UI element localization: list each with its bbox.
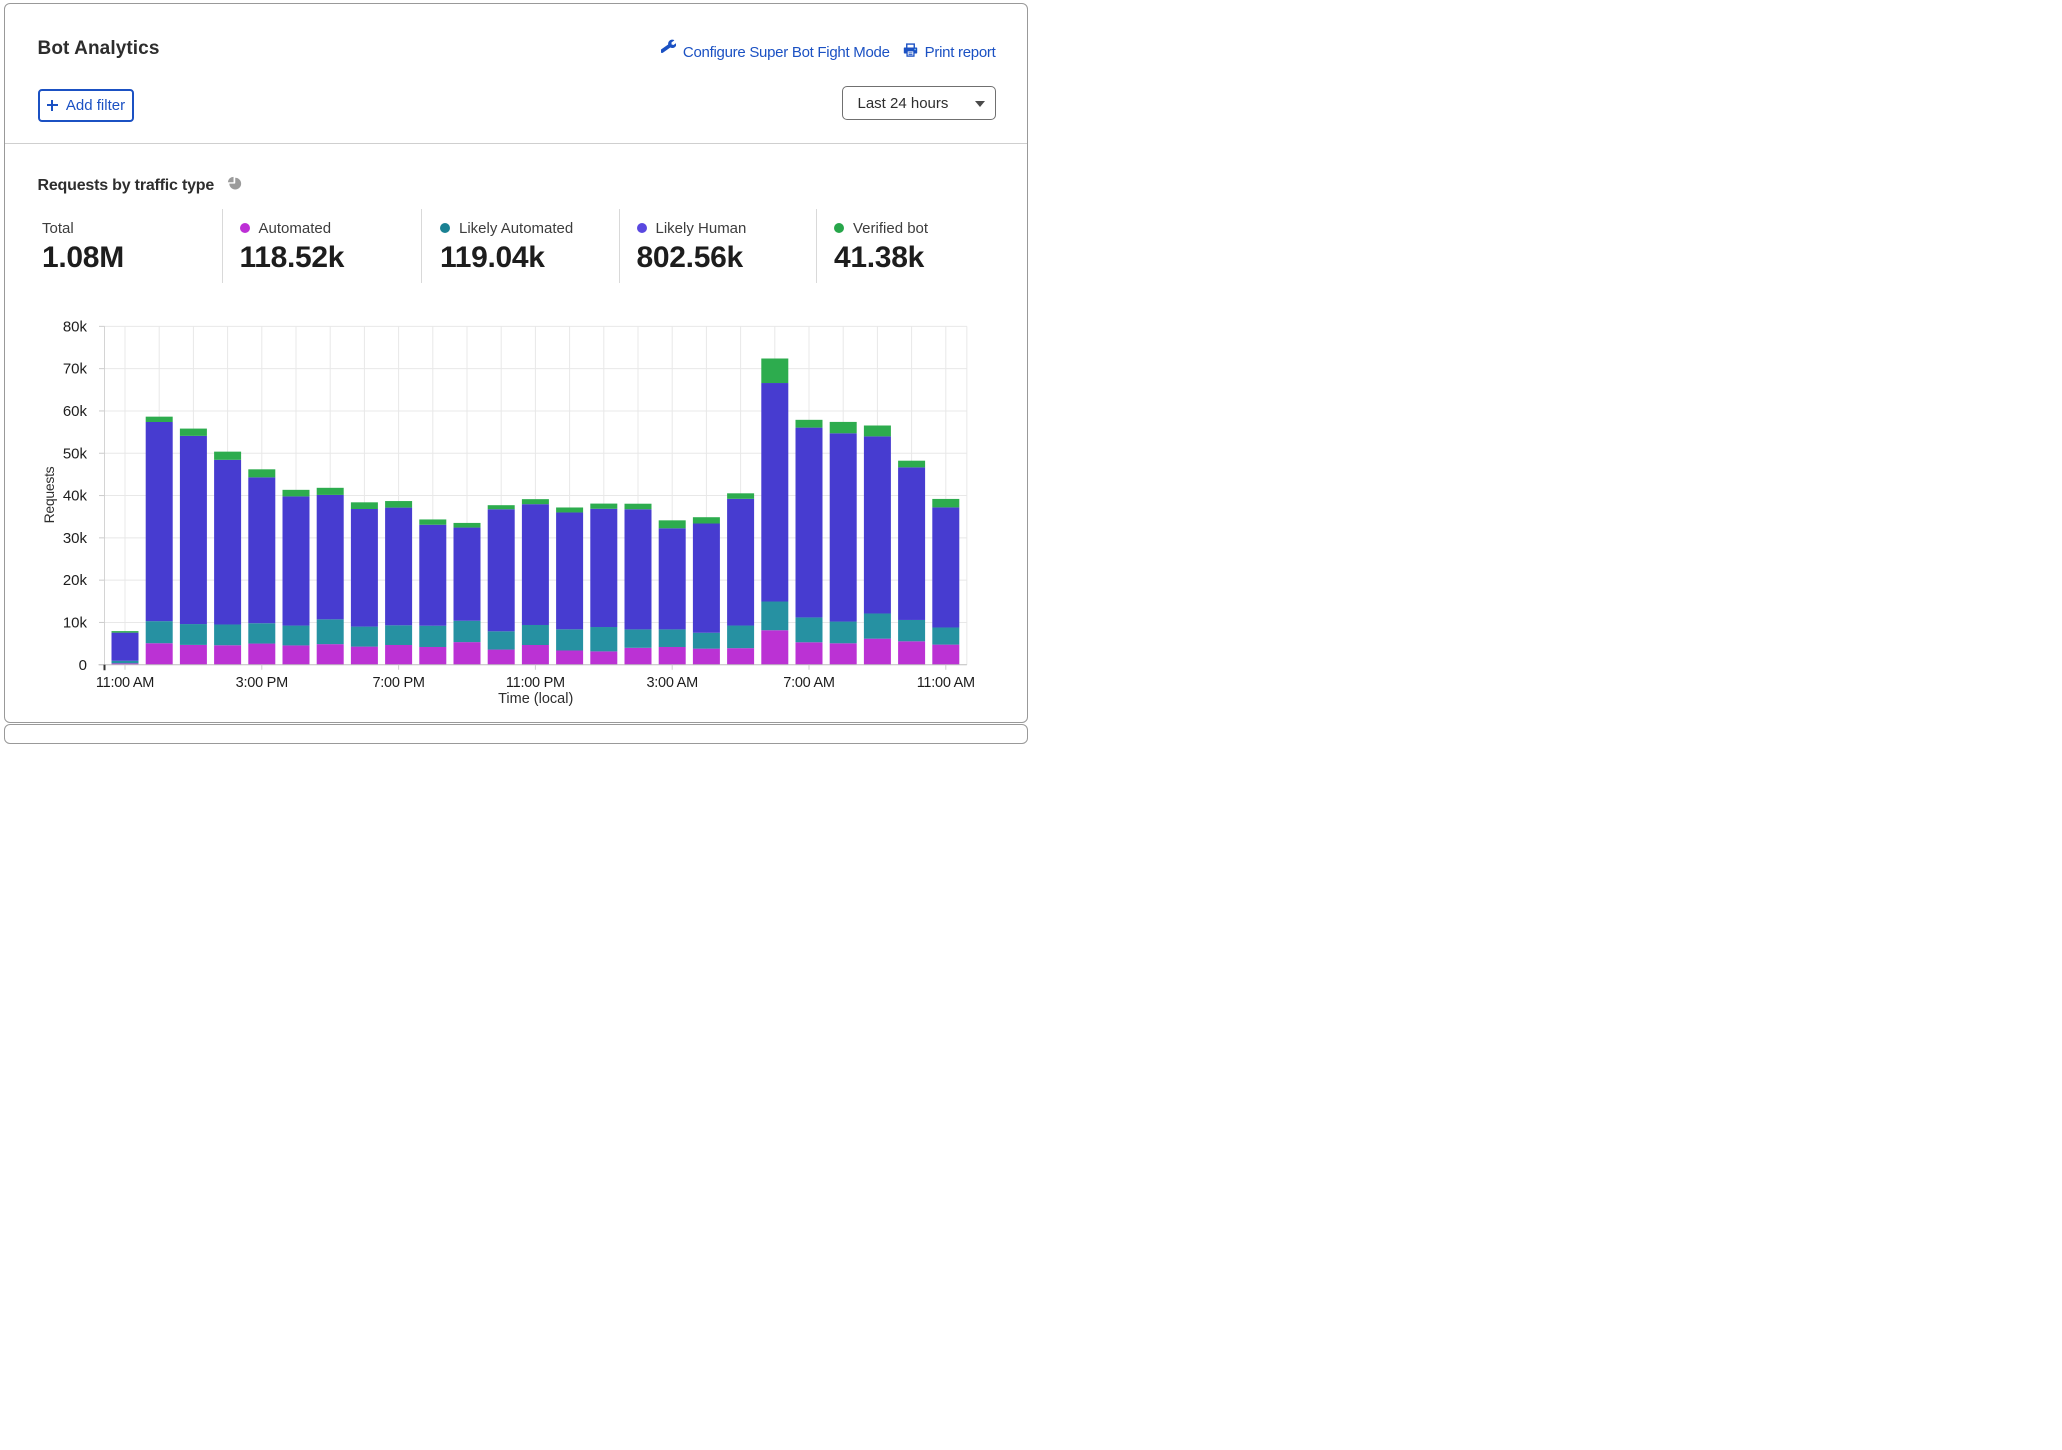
svg-text:Requests: Requests <box>41 466 57 523</box>
svg-text:40k: 40k <box>63 488 88 505</box>
svg-text:80k: 80k <box>63 318 88 335</box>
svg-text:Time (local): Time (local) <box>498 691 573 707</box>
svg-text:0: 0 <box>79 657 87 674</box>
svg-text:7:00 AM: 7:00 AM <box>783 675 834 691</box>
svg-text:30k: 30k <box>63 530 88 547</box>
svg-text:3:00 AM: 3:00 AM <box>646 675 697 691</box>
svg-text:11:00 AM: 11:00 AM <box>917 675 975 691</box>
svg-text:3:00 PM: 3:00 PM <box>236 675 288 691</box>
svg-text:11:00 PM: 11:00 PM <box>506 675 565 691</box>
svg-text:11:00 AM: 11:00 AM <box>96 675 154 691</box>
svg-text:20k: 20k <box>63 572 88 589</box>
svg-text:60k: 60k <box>63 403 88 420</box>
svg-text:10k: 10k <box>63 614 88 631</box>
svg-text:70k: 70k <box>63 361 88 378</box>
svg-text:50k: 50k <box>63 445 88 462</box>
svg-text:7:00 PM: 7:00 PM <box>372 675 424 691</box>
